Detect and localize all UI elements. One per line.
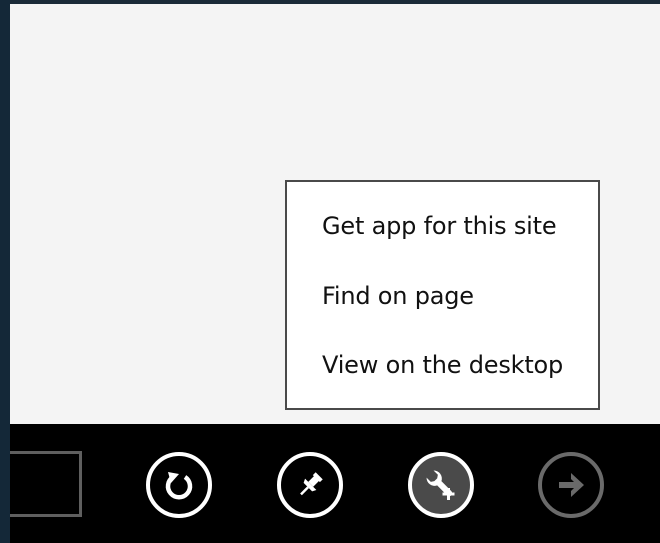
window-left-edge [0,0,10,543]
page-tools-menu: Get app for this site Find on page View … [285,180,600,410]
address-bar[interactable] [10,451,82,517]
page-tools-icon [426,470,455,500]
forward-button[interactable] [538,452,604,518]
refresh-button[interactable] [146,452,212,518]
pin-icon [300,472,323,496]
app-bar [10,424,660,543]
page-tools-button[interactable] [408,452,474,518]
menu-item-get-app[interactable]: Get app for this site [322,212,557,240]
menu-item-find-on-page[interactable]: Find on page [322,282,474,310]
menu-item-view-on-desktop[interactable]: View on the desktop [322,351,563,379]
refresh-icon [165,472,193,500]
pin-button[interactable] [277,452,343,518]
forward-arrow-icon [559,473,584,497]
